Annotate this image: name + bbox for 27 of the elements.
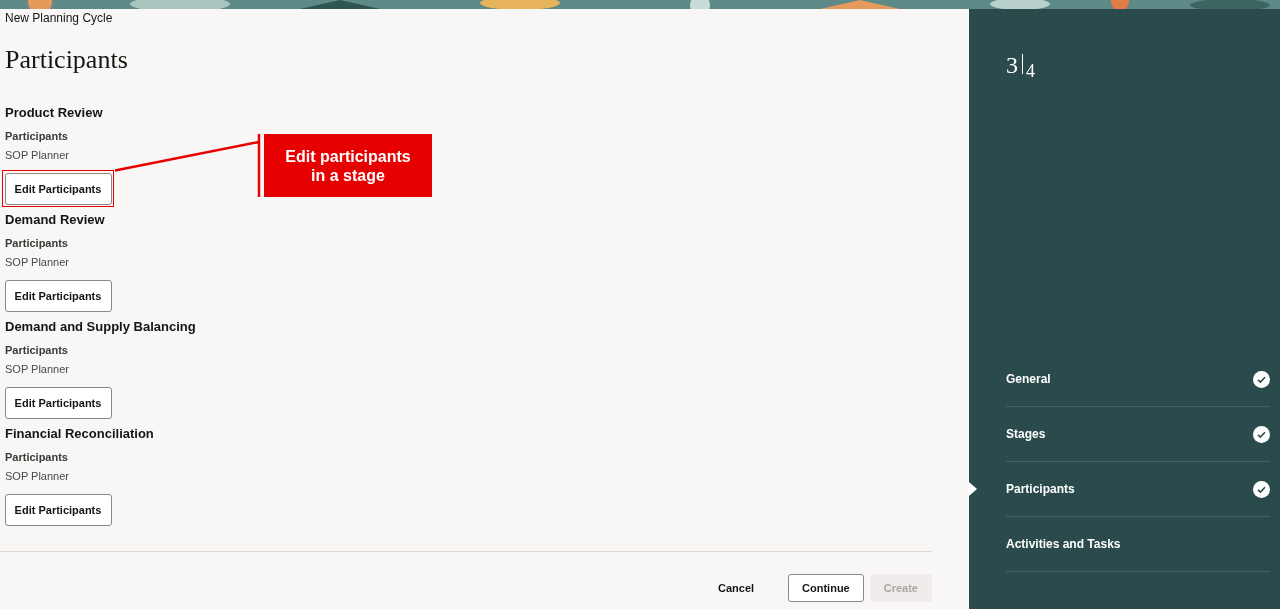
- field-value: SOP Planner: [5, 255, 69, 270]
- stage-heading: Product Review: [5, 104, 103, 122]
- step-label[interactable]: General: [1006, 372, 1051, 386]
- field-label: Participants: [5, 236, 68, 251]
- edit-participants-button[interactable]: Edit Participants: [4, 279, 112, 312]
- field-value: SOP Planner: [5, 362, 69, 377]
- field-label: Participants: [5, 343, 68, 358]
- field-value: SOP Planner: [5, 469, 69, 484]
- step-label[interactable]: Stages: [1006, 427, 1046, 441]
- current-step-number: 3: [1006, 51, 1018, 79]
- continue-button[interactable]: Continue: [788, 573, 864, 602]
- edit-participants-button[interactable]: Edit Participants: [4, 172, 112, 205]
- edit-participants-button[interactable]: Edit Participants: [4, 386, 112, 419]
- edit-participants-button[interactable]: Edit Participants: [4, 493, 112, 526]
- stage-heading: Financial Reconciliation: [5, 425, 154, 443]
- cancel-button[interactable]: Cancel: [704, 573, 769, 602]
- header-title: New Planning Cycle: [4, 10, 114, 27]
- field-label: Participants: [5, 450, 68, 465]
- stage-heading: Demand Review: [5, 211, 105, 229]
- page-title: Participants: [4, 45, 129, 75]
- stage-heading: Demand and Supply Balancing: [5, 318, 196, 336]
- callout-note: Edit participants in a stage: [264, 134, 432, 197]
- step-label[interactable]: Participants: [1006, 482, 1075, 496]
- field-value: SOP Planner: [5, 148, 69, 163]
- field-label: Participants: [5, 129, 68, 144]
- total-steps-number: 4: [1026, 61, 1035, 81]
- step-label[interactable]: Activities and Tasks: [1006, 537, 1121, 551]
